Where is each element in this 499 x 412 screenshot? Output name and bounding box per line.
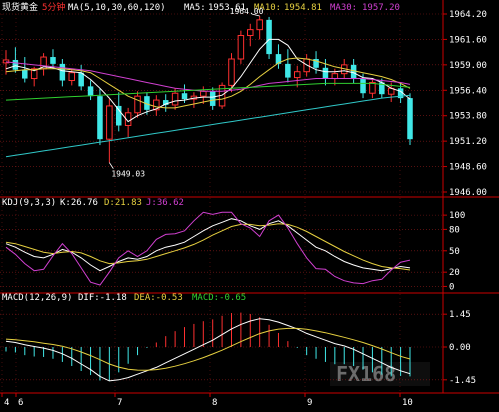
kdj-tick-label: 50 [449,247,460,257]
macd-dea-value: DEA:-0.53 [134,293,183,303]
low-annotation: 1949.03 [111,170,145,179]
chart-stage: 现货黄金 5分钟 MA(5,10,30,60,120) MA5: 1953.61… [0,0,499,408]
candle-up [200,90,207,97]
candle-down [115,105,122,126]
candle-up [171,92,179,106]
candle-up [68,72,76,82]
candle-up [228,58,235,86]
macd-title: MACD(12,26,9) [2,293,72,303]
candle-down [12,59,19,70]
kdj-j-value: J:36.62 [146,198,184,208]
kdj-tick-label: 80 [449,225,460,235]
macd-tick-label: 1.45 [449,310,471,320]
candle-down [407,98,413,140]
macd-dif-value: DIF:-1.18 [78,293,127,303]
ma5-line [5,38,411,123]
ma30-label: MA30: [330,3,357,13]
kdj-k-line [5,218,411,272]
watermark: FX168 [330,362,430,386]
trading-chart: 现货黄金 5分钟 MA(5,10,30,60,120) MA5: 1953.61… [0,0,499,408]
candle-down [50,57,56,64]
candle-up [294,71,301,79]
price-tick-label: 1959.00 [449,61,487,71]
kdj-layer [5,211,411,286]
candle-down [350,64,357,79]
kdj-tick-label: 0 [449,282,454,292]
x-tick-label: 10 [402,398,413,408]
candle-up [134,95,141,114]
candle-down [59,63,66,81]
candle-down [87,86,94,97]
price-tick-label: 1953.80 [449,112,487,122]
ma30-value: 1957.20 [362,3,400,13]
price-tick-label: 1961.60 [449,35,487,45]
ma10-value: 1954.81 [284,3,322,13]
ma5-label: MA5: [184,3,206,13]
candle-up [256,19,263,31]
x-tick-label: 7 [117,398,122,408]
macd-tick-label: -1.45 [449,376,476,386]
candle-down [22,69,28,79]
price-layer: 1964.00 1949.03 [2,7,413,179]
candle-up [106,105,113,140]
candle-down [322,67,329,79]
price-tick-label: 1964.20 [449,10,487,20]
ma-indicator-label: MA(5,10,30,60,120) [68,3,166,13]
period-label: 5分钟 [42,1,65,13]
kdj-tick-label: 100 [449,211,465,221]
ma30-line [5,61,411,92]
high-annotation: 1964.00 [230,7,264,16]
macd-tick-label: 0.00 [449,343,471,353]
macd-macd-value: MACD:-0.65 [192,293,246,303]
kdj-k-value: K:26.76 [60,198,98,208]
kdj-tick-label: 20 [449,268,460,278]
candle-down [97,96,103,140]
x-tick-label: 4 [4,398,9,408]
candle-down [181,93,188,100]
price-tick-label: 1948.60 [449,163,487,173]
symbol-label: 现货黄金 [2,1,38,13]
candle-up [247,29,254,37]
kdj-d-value: D:21.83 [104,198,142,208]
candle-down [360,78,366,94]
x-tick-label: 6 [18,398,23,408]
candle-down [78,72,84,87]
candle-up [237,35,245,60]
price-tick-label: 1946.00 [449,188,487,198]
candle-down [209,91,216,106]
candle-down [266,19,272,55]
price-tick-label: 1956.40 [449,86,487,96]
kdj-j-line [5,211,411,286]
candle-down [285,63,291,78]
x-tick-label: 8 [212,398,217,408]
candle-up [331,73,339,80]
x-tick-label: 9 [307,398,312,408]
ma120-line [5,94,411,158]
price-tick-label: 1951.20 [449,137,487,147]
low-pointer [109,162,114,169]
kdj-title: KDJ(9,3,3) [2,198,56,208]
